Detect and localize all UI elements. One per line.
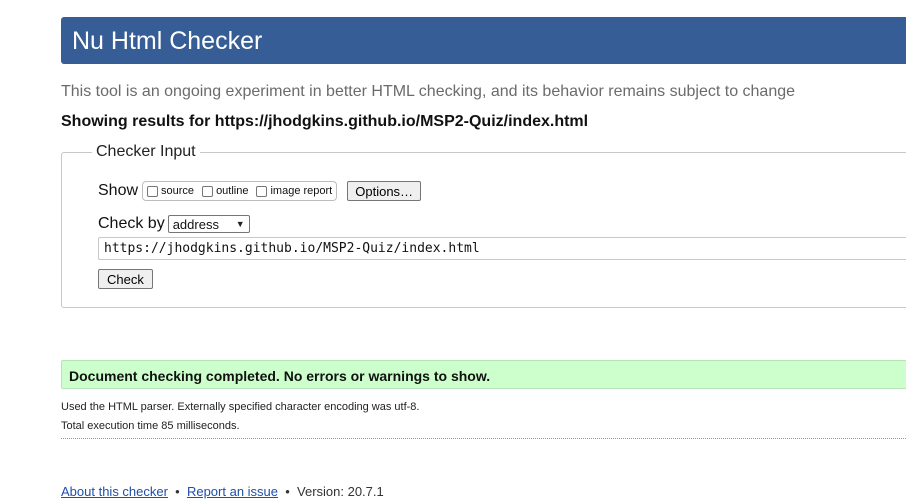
report-issue-link[interactable]: Report an issue [187,484,278,499]
show-source-option[interactable]: source [145,185,194,197]
check-by-value: address [172,216,219,232]
show-options-row: Show source outline image report Options… [98,181,422,201]
check-by-row: Check by address ▼ [98,215,250,233]
page-header: Nu Html Checker [61,17,906,64]
outline-checkbox[interactable] [202,185,214,197]
options-button[interactable]: Options… [347,181,422,201]
show-outline-option[interactable]: outline [200,185,248,197]
check-button[interactable]: Check [98,269,153,289]
footer: About this checker • Report an issue • V… [61,484,384,499]
source-label: source [161,185,195,197]
outline-label: outline [216,185,249,197]
success-message-box: Document checking completed. No errors o… [61,360,906,389]
page-title: Nu Html Checker [72,27,263,55]
divider [61,438,906,439]
show-options-group: source outline image report [142,181,338,201]
results-heading: Showing results for https://jhodgkins.gi… [61,113,589,130]
success-message: Document checking completed. No errors o… [69,368,491,384]
check-by-label: Check by [98,215,165,232]
parser-info: Used the HTML parser. Externally specifi… [61,401,420,413]
check-by-select[interactable]: address ▼ [167,215,250,233]
image-report-checkbox[interactable] [256,185,268,197]
chevron-down-icon: ▼ [235,219,245,229]
show-label: Show [98,182,139,199]
execution-time: Total execution time 85 milliseconds. [61,420,240,432]
version-text: Version: 20.7.1 [297,484,384,499]
checker-input-fieldset: Checker Input Show source outline image … [61,143,906,308]
show-image-report-option[interactable]: image report [254,185,332,197]
intro-text: This tool is an ongoing experiment in be… [61,83,796,100]
about-link[interactable]: About this checker [61,484,168,499]
source-checkbox[interactable] [147,185,159,197]
checker-input-legend: Checker Input [92,143,200,161]
url-input[interactable]: https://jhodgkins.github.io/MSP2-Quiz/in… [98,237,906,260]
image-report-label: image report [270,185,333,197]
details-text: Used the HTML parser. Externally specifi… [61,398,419,436]
